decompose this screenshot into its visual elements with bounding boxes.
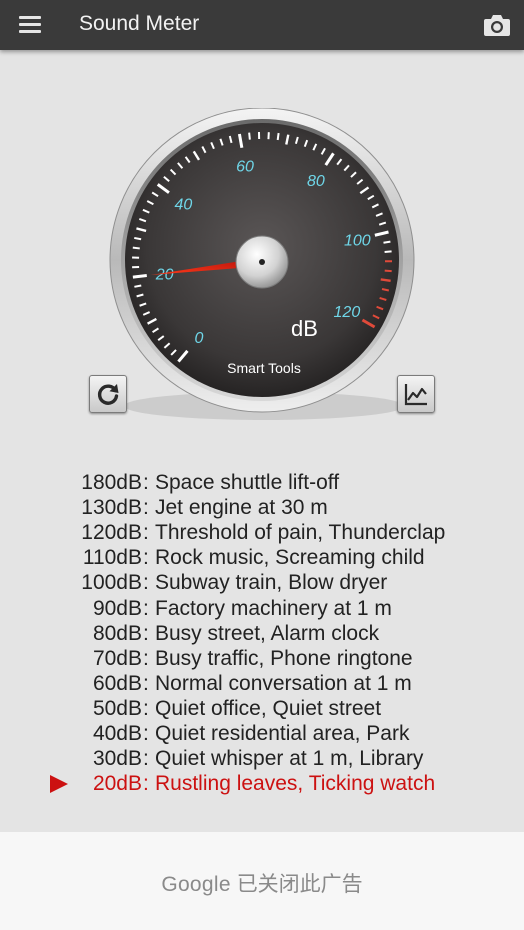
reference-row: 20dB: Rustling leaves, Ticking watch — [0, 771, 524, 796]
reference-row: 80dB: Busy street, Alarm clock — [0, 621, 524, 646]
reference-separator: : — [143, 671, 149, 695]
gauge-unit-label: dB — [291, 316, 318, 341]
reference-db-value: 80dB — [92, 621, 142, 645]
reference-separator: : — [143, 471, 149, 494]
reference-db-value: 130dB — [81, 496, 142, 520]
ad-banner: Google 已关闭此广告 — [0, 832, 524, 930]
reference-row: 70dB: Busy traffic, Phone ringtone — [0, 646, 524, 671]
gauge-tick — [134, 236, 142, 241]
gauge-tick-label: 40 — [174, 196, 192, 213]
reference-row: 100dB: Subway train, Blow dryer — [0, 570, 524, 595]
gauge-tick — [380, 278, 391, 283]
reference-db-value: 60dB — [92, 671, 142, 695]
camera-icon[interactable] — [483, 13, 511, 37]
reference-row: 60dB: Normal conversation at 1 m — [0, 671, 524, 696]
line-chart-icon — [404, 384, 427, 406]
reference-separator: : — [143, 571, 149, 595]
reference-separator: : — [143, 772, 149, 796]
gauge-tick-label: 80 — [307, 173, 325, 190]
reference-separator: : — [143, 621, 149, 645]
gauge-tick-label: 20 — [155, 266, 174, 283]
reference-db-value: 40dB — [92, 722, 142, 745]
reference-separator: : — [143, 546, 149, 570]
reference-db-value: 70dB — [92, 646, 142, 670]
reference-description: Quiet office, Quiet street — [155, 696, 382, 720]
reference-db-value: 90dB — [92, 596, 142, 620]
sound-level-gauge: 0 20 40 60 80 100 120 dB Smart Tools — [88, 108, 438, 428]
reference-db-value: 100dB — [81, 571, 142, 595]
reference-row: 50dB: Quiet office, Quiet street — [0, 696, 524, 721]
reference-db-value: 20dB — [92, 772, 142, 796]
reference-description: Rustling leaves, Ticking watch — [155, 772, 436, 796]
reference-db-value: 120dB — [81, 521, 142, 545]
reference-separator: : — [143, 696, 149, 720]
reference-db-value: 50dB — [92, 696, 142, 720]
menu-icon[interactable] — [19, 15, 43, 35]
reference-description: Quiet residential area, Park — [155, 722, 410, 745]
gauge-tick — [134, 284, 142, 288]
gauge-tick — [384, 250, 392, 253]
reference-description: Threshold of pain, Thunderclap — [155, 521, 446, 545]
gauge-tick — [132, 273, 147, 279]
reference-separator: : — [143, 596, 149, 620]
gauge-tick-label: 100 — [344, 232, 371, 249]
reference-row: 110dB: Rock music, Screaming child — [0, 545, 524, 570]
gauge-tick — [132, 246, 140, 250]
reference-row: 30dB: Quiet whisper at 1 m, Library — [0, 746, 524, 771]
reference-description: Subway train, Blow dryer — [155, 571, 388, 595]
app-title: Sound Meter — [79, 12, 200, 35]
gauge-tick-label: 120 — [334, 304, 361, 321]
current-level-marker-icon — [50, 775, 68, 794]
ad-closed-text: 已关闭此广告 — [236, 873, 363, 896]
ad-brand: Google — [161, 873, 231, 896]
gauge-tick-label: 60 — [236, 158, 254, 175]
history-chart-button[interactable] — [397, 375, 435, 413]
reference-row: 90dB: Factory machinery at 1 m — [0, 596, 524, 621]
gauge-brand-label: Smart Tools — [227, 360, 301, 376]
gauge-tick — [383, 240, 391, 244]
ad-closed-label: Google 已关闭此广告 — [0, 868, 524, 898]
app-bar: Sound Meter — [0, 0, 524, 50]
reference-description: Normal conversation at 1 m — [155, 671, 412, 695]
refresh-icon — [97, 384, 119, 405]
reference-row: 180dB: Space shuttle lift-off — [0, 470, 524, 495]
reference-separator: : — [143, 646, 149, 670]
gauge-tick-label: 0 — [195, 330, 204, 347]
reference-description: Jet engine at 30 m — [155, 496, 328, 520]
gauge-tick — [248, 132, 251, 140]
reference-row: 130dB: Jet engine at 30 m — [0, 495, 524, 520]
reference-description: Quiet whisper at 1 m, Library — [155, 747, 424, 771]
reference-description: Factory machinery at 1 m — [155, 596, 392, 620]
reference-description: Rock music, Screaming child — [155, 546, 425, 570]
reference-db-value: 180dB — [81, 471, 142, 494]
reference-description: Space shuttle lift-off — [155, 471, 340, 494]
reference-row: 120dB: Threshold of pain, Thunderclap — [0, 520, 524, 545]
reference-separator: : — [143, 722, 149, 745]
reference-separator: : — [143, 496, 149, 520]
reference-description: Busy traffic, Phone ringtone — [155, 646, 413, 670]
reference-row: 40dB: Quiet residential area, Park — [0, 721, 524, 746]
gauge-tick — [276, 132, 280, 141]
reference-description: Busy street, Alarm clock — [155, 621, 380, 645]
reference-separator: : — [143, 521, 149, 545]
reference-db-value: 30dB — [92, 747, 142, 771]
reference-separator: : — [143, 747, 149, 771]
reset-button[interactable] — [89, 375, 127, 413]
gauge-pivot — [259, 259, 265, 265]
reference-db-value: 110dB — [82, 546, 142, 570]
